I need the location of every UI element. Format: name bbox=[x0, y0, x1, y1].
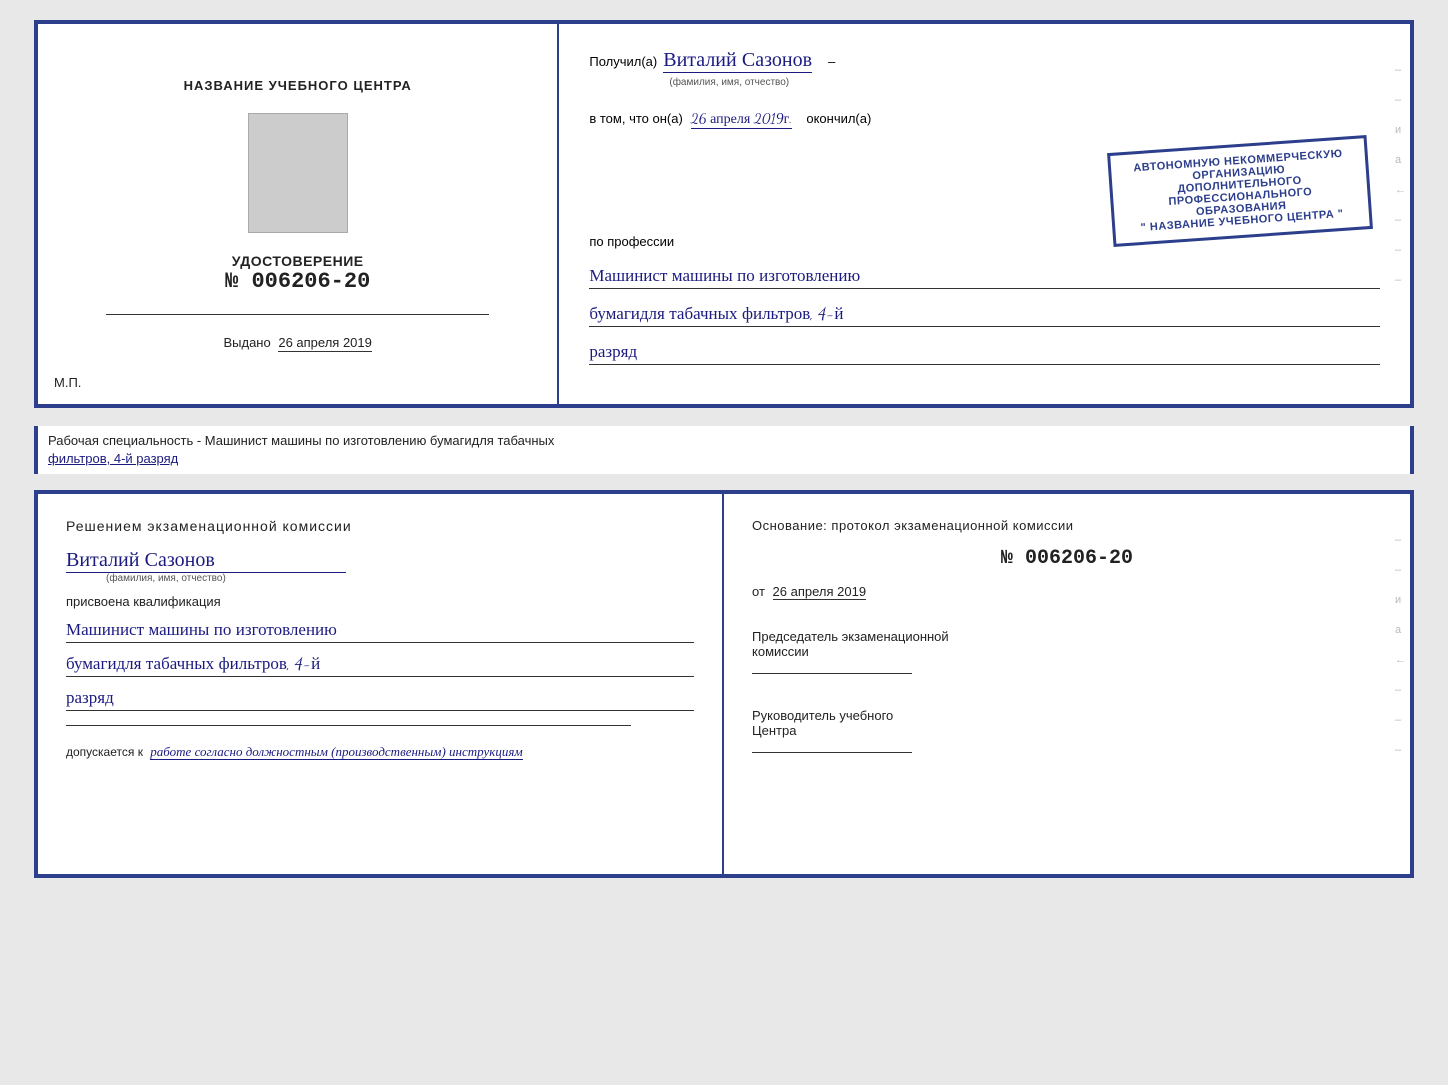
cert-right-panel: Получил(а) Виталий Сазонов – (фамилия, и… bbox=[559, 24, 1410, 404]
po-professii-label: по профессии bbox=[589, 234, 674, 249]
ot-label: от bbox=[752, 584, 765, 599]
bottom-number-block: № 006206-20 bbox=[752, 547, 1382, 570]
predsedatel-line2: комиссии bbox=[752, 644, 1382, 659]
vydano-label: Выдано bbox=[223, 335, 270, 350]
side-dashes: ––иа←––– bbox=[1395, 64, 1406, 286]
poluchil-label: Получил(а) bbox=[589, 54, 657, 69]
stamp-box: АВТОНОМНУЮ НЕКОММЕРЧЕСКУЮ ОРГАНИЗАЦИЮ ДО… bbox=[1107, 135, 1373, 247]
top-certificate: НАЗВАНИЕ УЧЕБНОГО ЦЕНТРА УДОСТОВЕРЕНИЕ №… bbox=[34, 20, 1414, 408]
school-name-header: НАЗВАНИЕ УЧЕБНОГО ЦЕНТРА bbox=[184, 78, 412, 93]
okonchil-label: окончил(а) bbox=[806, 111, 871, 126]
label-between-underline: фильтров, 4-й разряд bbox=[48, 451, 178, 466]
profession-line3: разряд bbox=[589, 341, 1380, 365]
photo-area bbox=[248, 113, 348, 233]
recipient-name: Виталий Сазонов bbox=[663, 48, 812, 73]
komissia-title: Решением экзаменационной комиссии bbox=[66, 518, 694, 534]
bottom-name: Виталий Сазонов bbox=[66, 548, 346, 573]
udostoverenie-title: УДОСТОВЕРЕНИЕ bbox=[225, 253, 370, 269]
vydano-line: Выдано 26 апреля 2019 bbox=[223, 335, 371, 350]
label-between-row: Рабочая специальность - Машинист машины … bbox=[34, 426, 1414, 474]
qualification-line1: Машинист машины по изготовлению bbox=[66, 619, 694, 643]
bottom-name-block: Виталий Сазонов (фамилия, имя, отчество) bbox=[66, 548, 694, 584]
cert-date: 26 апреля 2019г. bbox=[691, 110, 793, 129]
label-between-text: Рабочая специальность - Машинист машины … bbox=[48, 433, 554, 448]
udostoverenie-number: № 006206-20 bbox=[225, 269, 370, 294]
qualification-line2: бумагидля табачных фильтров, 4-й bbox=[66, 653, 694, 677]
vtomchto-label: в том, что он(а) bbox=[589, 111, 682, 126]
ot-date-row: от 26 апреля 2019 bbox=[752, 584, 1382, 599]
dopuskaetsya-row: допускается к работе согласно должностны… bbox=[66, 744, 694, 760]
predsedatel-signature bbox=[752, 673, 912, 674]
ot-date: 26 апреля 2019 bbox=[773, 584, 867, 600]
name-subtitle: (фамилия, имя, отчество) bbox=[669, 77, 1380, 88]
prisvoena-text: присвоена квалификация bbox=[66, 594, 694, 609]
mp-label: М.П. bbox=[54, 375, 81, 390]
bottom-right-panel: Основание: протокол экзаменационной коми… bbox=[724, 494, 1410, 874]
rukovoditel-line1: Руководитель учебного bbox=[752, 708, 1382, 723]
bottom-certificate: Решением экзаменационной комиссии Витали… bbox=[34, 490, 1414, 878]
vtomchto-row: в том, что он(а) 26 апреля 2019г. окончи… bbox=[589, 110, 1380, 129]
qualification-line3: разряд bbox=[66, 687, 694, 711]
profession-line1: Машинист машины по изготовлению bbox=[589, 265, 1380, 289]
dopuskaetsya-label: допускается к bbox=[66, 745, 143, 759]
profession-line2: бумагидля табачных фильтров, 4-й bbox=[589, 303, 1380, 327]
rukovoditel-line2: Центра bbox=[752, 723, 1382, 738]
dopusk-text: работе согласно должностным (производств… bbox=[150, 744, 522, 760]
predsedatel-line1: Председатель экзаменационной bbox=[752, 629, 1382, 644]
poluchil-row: Получил(а) Виталий Сазонов – bbox=[589, 48, 1380, 73]
predsedatel-block: Председатель экзаменационной комиссии bbox=[752, 629, 1382, 674]
osnovanie-label: Основание: протокол экзаменационной коми… bbox=[752, 518, 1382, 533]
bottom-number: № 006206-20 bbox=[1001, 547, 1133, 570]
bottom-name-sub: (фамилия, имя, отчество) bbox=[106, 573, 694, 584]
vydano-date: 26 апреля 2019 bbox=[278, 335, 372, 352]
cert-left-panel: НАЗВАНИЕ УЧЕБНОГО ЦЕНТРА УДОСТОВЕРЕНИЕ №… bbox=[38, 24, 559, 404]
bottom-side-dashes: ––иа←––– bbox=[1395, 534, 1406, 756]
rukovoditel-signature bbox=[752, 752, 912, 753]
bottom-left-panel: Решением экзаменационной комиссии Витали… bbox=[38, 494, 724, 874]
rukovoditel-block: Руководитель учебного Центра bbox=[752, 708, 1382, 753]
